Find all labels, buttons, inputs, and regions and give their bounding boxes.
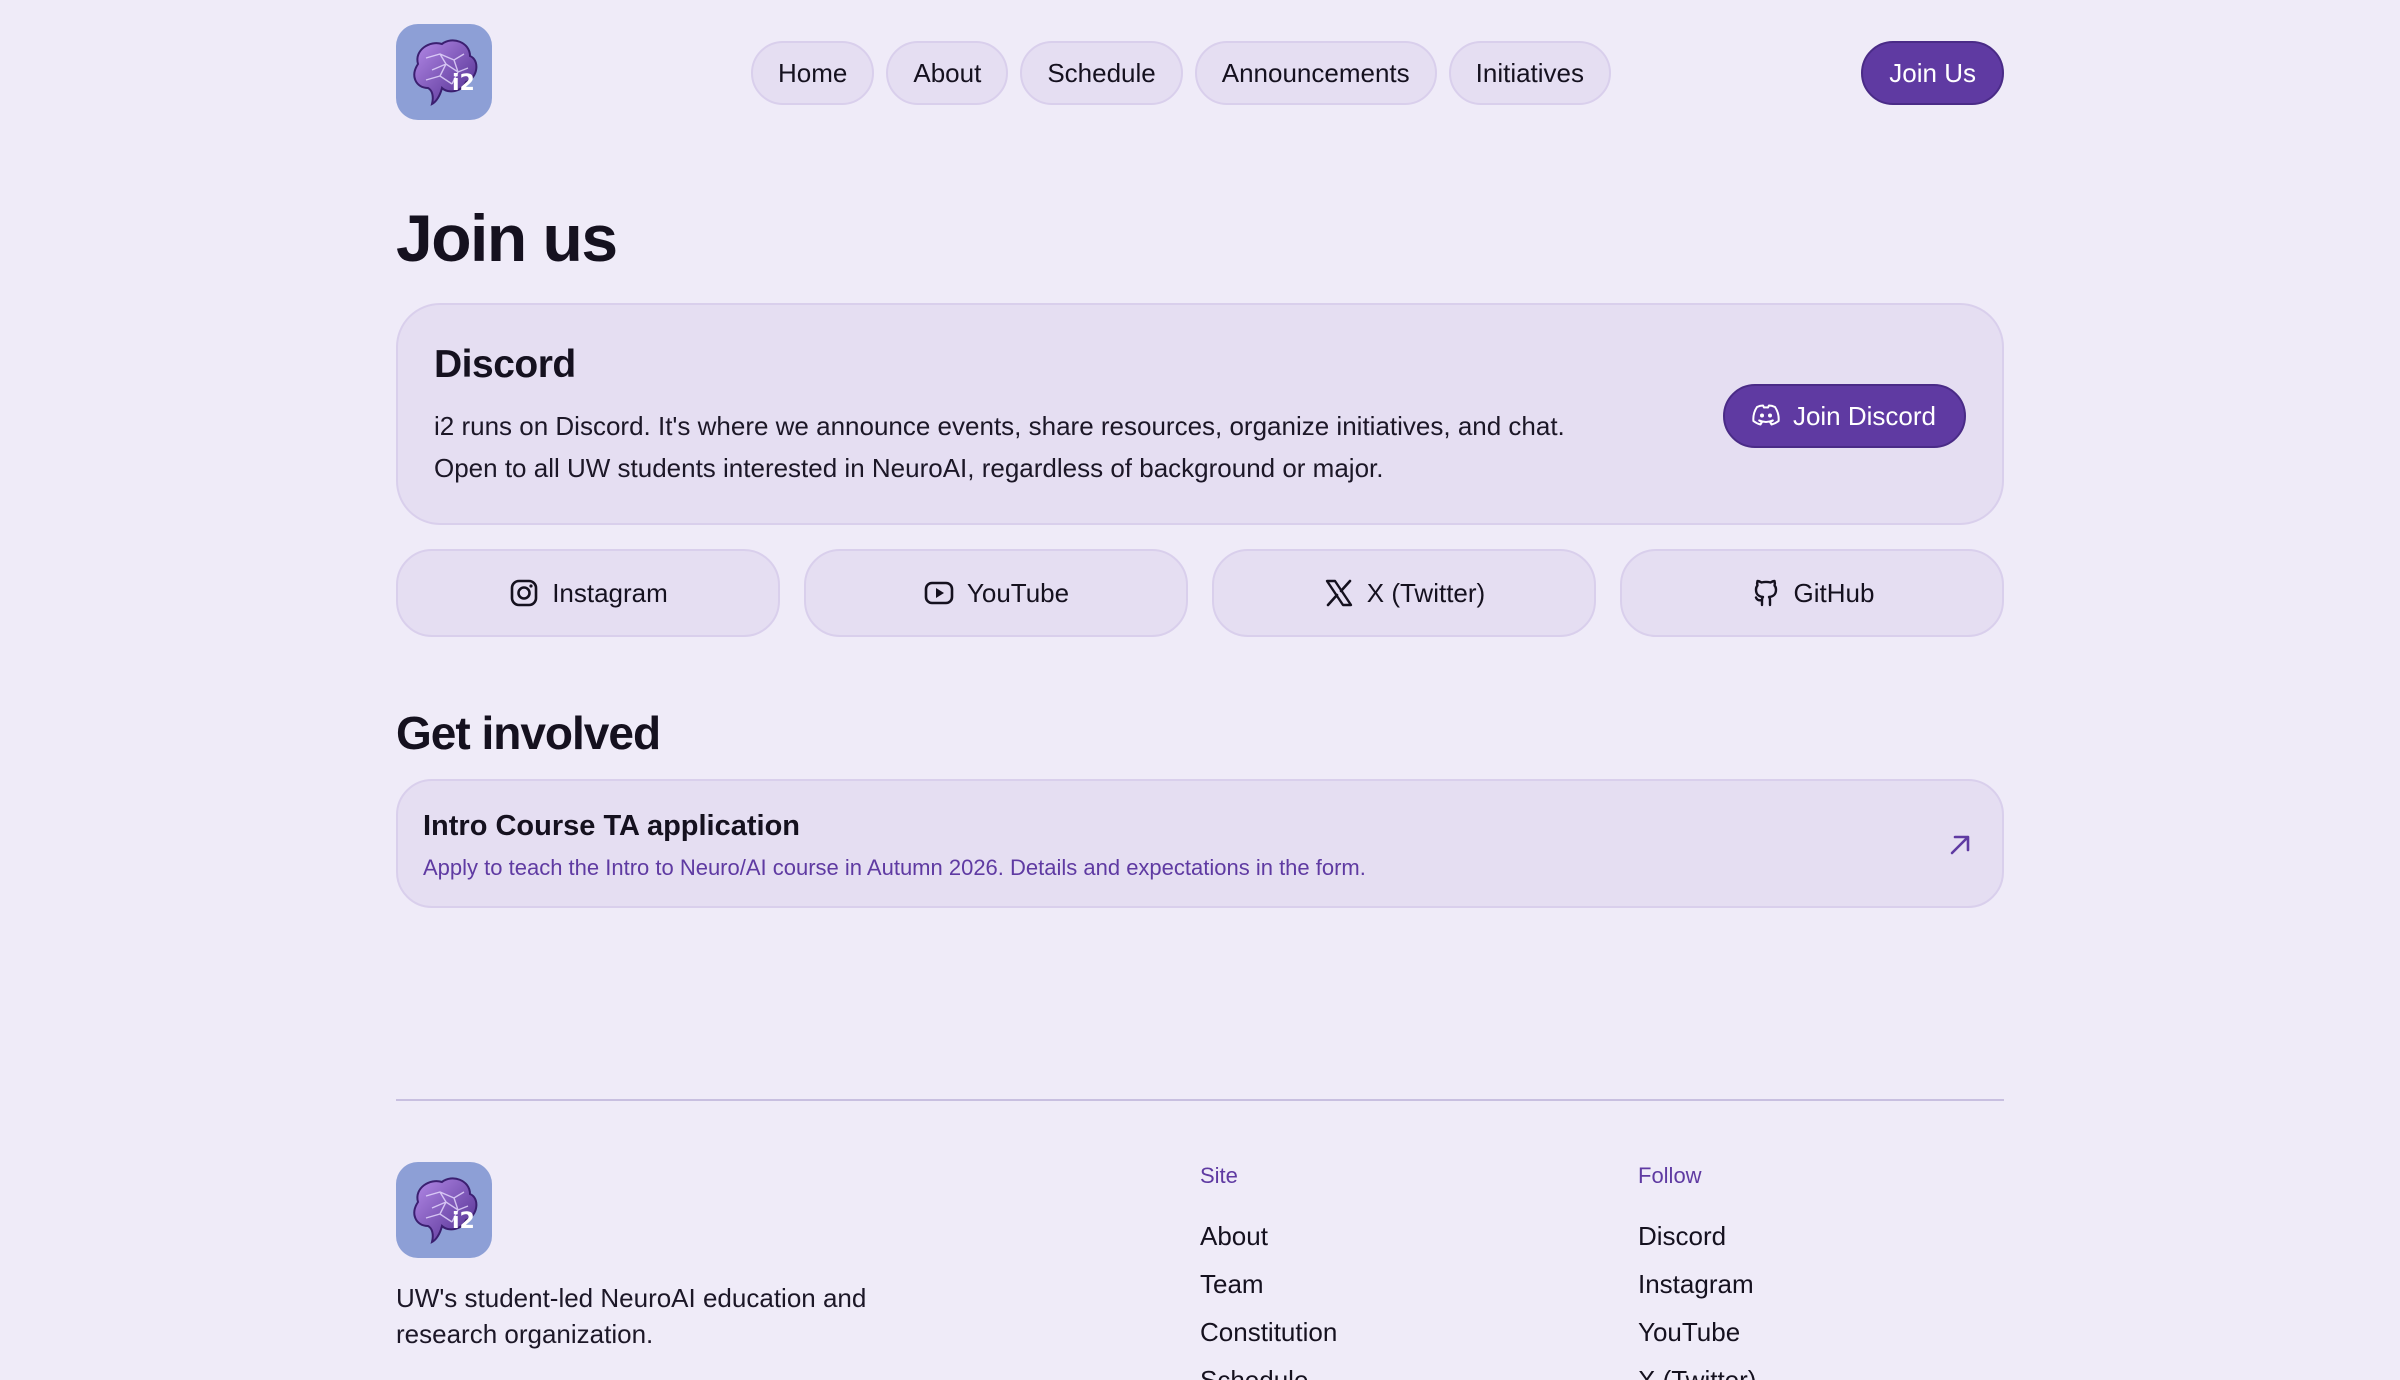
social-instagram[interactable]: Instagram bbox=[396, 549, 780, 637]
join-discord-label: Join Discord bbox=[1792, 401, 1936, 431]
discord-card: Discord i2 runs on Discord. It's where w… bbox=[396, 303, 2004, 525]
footer-link-schedule[interactable]: Schedule bbox=[1200, 1356, 1337, 1380]
social-github[interactable]: GitHub bbox=[1620, 549, 2004, 637]
github-icon bbox=[1754, 579, 1777, 607]
brain-logo-icon: i2 bbox=[413, 39, 478, 106]
site-header: i2 Home About Schedule Announcements Ini… bbox=[396, 24, 2004, 120]
social-x-label: X (Twitter) bbox=[1366, 577, 1486, 608]
footer-link-instagram[interactable]: Instagram bbox=[1638, 1260, 1756, 1308]
logo-text: i2 bbox=[452, 71, 475, 96]
social-instagram-label: Instagram bbox=[552, 577, 668, 608]
social-youtube[interactable]: YouTube bbox=[804, 549, 1188, 637]
footer-logo[interactable]: i2 bbox=[396, 1162, 492, 1258]
instagram-icon bbox=[510, 579, 538, 607]
ta-application-title: Intro Course TA application bbox=[423, 810, 801, 842]
ta-application-description: Apply to teach the Intro to Neuro/AI cou… bbox=[423, 855, 1366, 880]
footer-tagline: UW's student-led NeuroAI education and r… bbox=[396, 1283, 867, 1349]
external-arrow-icon bbox=[1950, 835, 1970, 855]
get-involved-title: Get involved bbox=[396, 707, 661, 759]
nav-announcements[interactable]: Announcements bbox=[1194, 41, 1437, 105]
discord-icon bbox=[1752, 404, 1780, 426]
nav-schedule[interactable]: Schedule bbox=[1020, 41, 1183, 105]
footer-link-youtube[interactable]: YouTube bbox=[1638, 1308, 1756, 1356]
social-x[interactable]: X (Twitter) bbox=[1212, 549, 1596, 637]
footer-link-about[interactable]: About bbox=[1200, 1212, 1337, 1260]
footer-link-team[interactable]: Team bbox=[1200, 1260, 1337, 1308]
nav-home[interactable]: Home bbox=[751, 41, 875, 105]
nav-initiatives[interactable]: Initiatives bbox=[1448, 41, 1612, 105]
main-nav: Home About Schedule Announcements Initia… bbox=[751, 41, 1612, 105]
footer-follow-column: Follow Discord Instagram YouTube X (Twit… bbox=[1638, 1162, 1756, 1380]
footer-site-heading: Site bbox=[1200, 1163, 1238, 1188]
discord-description: i2 runs on Discord. It's where we announ… bbox=[434, 411, 1565, 483]
footer-divider bbox=[396, 1099, 2004, 1101]
join-us-button[interactable]: Join Us bbox=[1861, 41, 2004, 105]
social-links: Instagram YouTube X (Twitter) GitHub bbox=[396, 549, 2004, 637]
footer-follow-heading: Follow bbox=[1638, 1163, 1702, 1188]
social-github-label: GitHub bbox=[1793, 577, 1875, 608]
social-youtube-label: YouTube bbox=[966, 577, 1070, 608]
nav-about[interactable]: About bbox=[886, 41, 1009, 105]
footer-link-x[interactable]: X (Twitter) bbox=[1638, 1356, 1756, 1380]
x-icon bbox=[1325, 579, 1352, 607]
ta-application-card[interactable]: Intro Course TA application Apply to tea… bbox=[396, 779, 2004, 908]
brain-logo-icon: i2 bbox=[413, 1177, 478, 1244]
discord-title: Discord bbox=[434, 343, 576, 386]
youtube-icon bbox=[924, 581, 954, 605]
footer-link-constitution[interactable]: Constitution bbox=[1200, 1308, 1337, 1356]
logo[interactable]: i2 bbox=[396, 24, 492, 120]
page-title: Join us bbox=[396, 201, 618, 275]
join-discord-button[interactable]: Join Discord bbox=[1722, 384, 1966, 448]
footer-link-discord[interactable]: Discord bbox=[1638, 1212, 1756, 1260]
footer-site-column: Site About Team Constitution Schedule bbox=[1200, 1162, 1337, 1380]
footer-logo-text: i2 bbox=[452, 1209, 475, 1234]
